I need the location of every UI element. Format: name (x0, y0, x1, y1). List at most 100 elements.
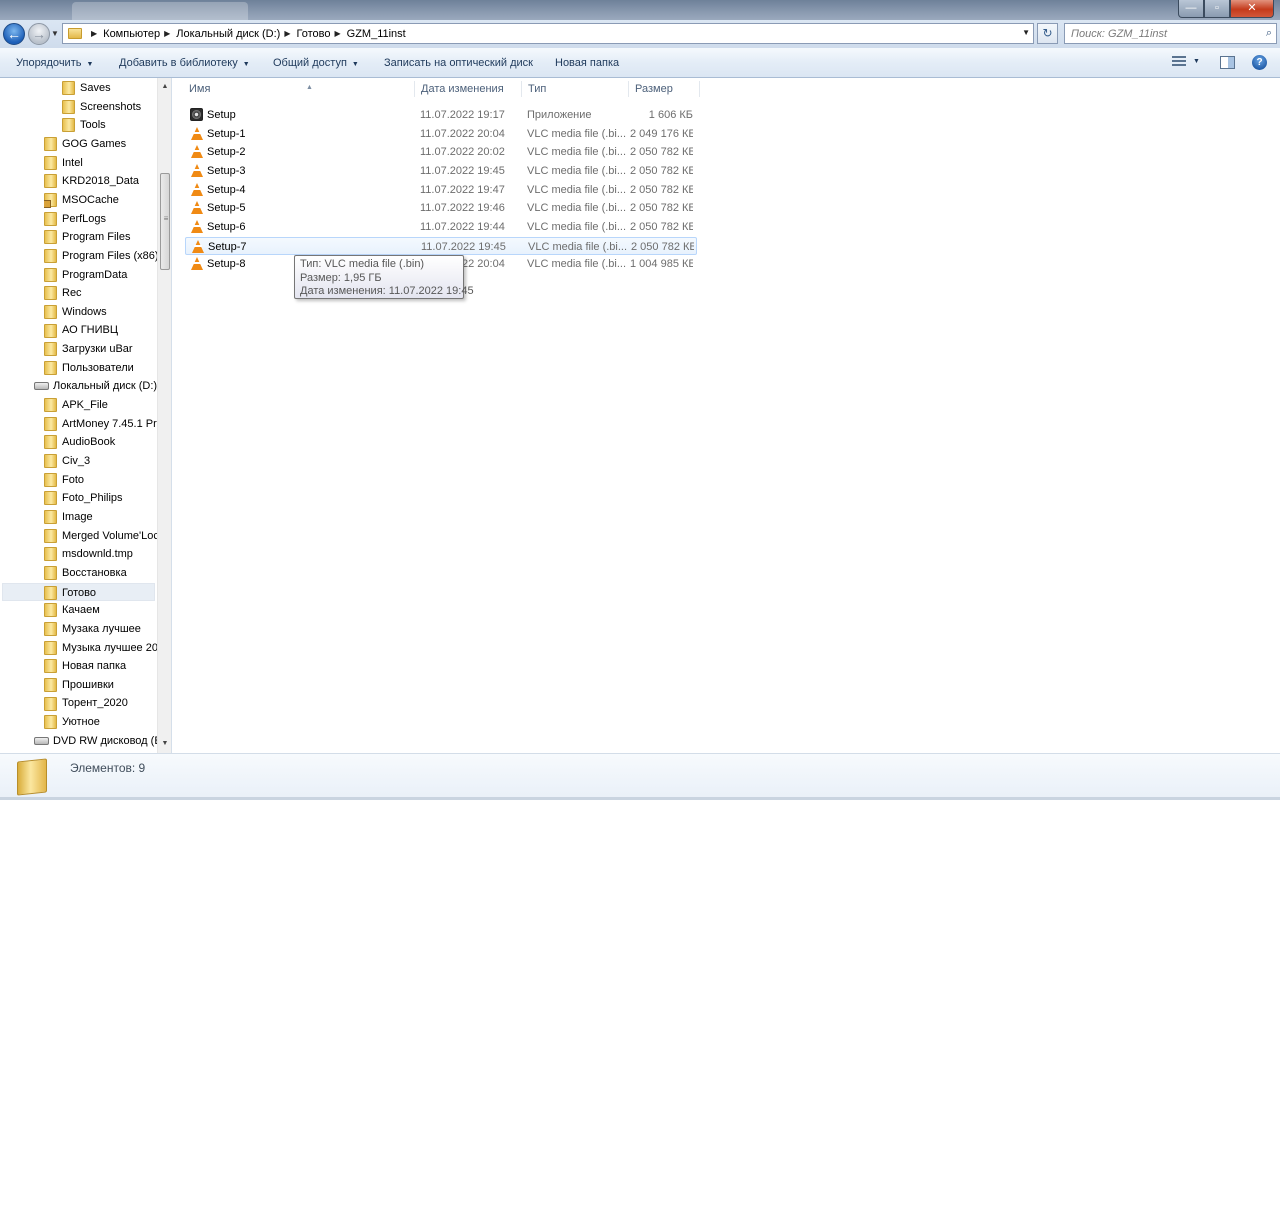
breadcrumb-drive-d[interactable]: Локальный диск (D:) (176, 28, 280, 40)
column-header-name[interactable]: ▲ Имя (183, 78, 415, 100)
nav-item[interactable]: Музака лучшее (44, 620, 157, 638)
nav-item[interactable]: Восстановка (44, 564, 157, 582)
file-list-pane[interactable]: ▲ Имя Дата изменения Тип Размер Setup 11.… (173, 78, 1280, 753)
nav-item-label: Tools (80, 119, 106, 132)
nav-item[interactable]: Готово (2, 582, 155, 601)
chevron-down-icon[interactable]: ▼ (1193, 58, 1200, 65)
search-input[interactable] (1065, 24, 1255, 43)
preview-pane-icon[interactable] (1220, 56, 1235, 69)
scrollbar-thumb[interactable] (160, 173, 171, 270)
nav-item[interactable]: АО ГНИВЦ (44, 321, 157, 339)
nav-item[interactable]: Screenshots (62, 98, 157, 116)
nav-item[interactable]: Windows (44, 303, 157, 321)
file-row[interactable]: Setup-4 11.07.2022 19:47 VLC media file (.… (185, 181, 697, 199)
nav-item-label: Screenshots (80, 100, 142, 113)
breadcrumb-arrow-icon[interactable]: ▶ (284, 29, 290, 38)
file-name: Setup-4 (207, 183, 246, 196)
organize-button[interactable]: Упорядочить ▼ (16, 48, 93, 78)
nav-item[interactable]: Музыка лучшее 20 (44, 639, 157, 657)
new-folder-button[interactable]: Новая папка (555, 48, 619, 78)
nav-item[interactable]: Program Files (44, 228, 157, 246)
nav-item-label: Качаем (62, 604, 100, 617)
back-button[interactable]: ← (3, 23, 25, 45)
folder-icon (44, 248, 57, 263)
file-row[interactable]: Setup-6 11.07.2022 19:44 VLC media file (.… (185, 218, 697, 236)
forward-button[interactable]: → (28, 23, 50, 45)
breadcrumb-computer[interactable]: Компьютер (103, 28, 160, 40)
nav-item[interactable]: GOG Games (44, 135, 157, 153)
search-icon[interactable]: ⌕ (1266, 27, 1272, 40)
nav-item-label: Музака лучшее (62, 622, 141, 635)
file-row[interactable]: Setup-3 11.07.2022 19:45 VLC media file (.… (185, 162, 697, 180)
nav-item[interactable]: Civ_3 (44, 452, 157, 470)
folder-icon (44, 230, 57, 245)
column-header-type[interactable]: Тип (522, 78, 629, 100)
nav-item[interactable]: DVD RW дисковод (E: (34, 732, 157, 750)
search-box[interactable]: ⌕ (1064, 23, 1277, 44)
folder-icon (44, 640, 57, 655)
nav-item[interactable]: Intel (44, 154, 157, 172)
scroll-up-icon[interactable]: ▲ (158, 80, 171, 94)
nav-item[interactable]: Загрузки uBar (44, 340, 157, 358)
column-header-size[interactable]: Размер (629, 78, 700, 100)
column-header-date[interactable]: Дата изменения (415, 78, 522, 100)
nav-item[interactable]: Прошивки (44, 676, 157, 694)
nav-item[interactable]: KRD2018_Data (44, 172, 157, 190)
nav-item[interactable]: Качаем (44, 601, 157, 619)
nav-item[interactable]: Новая папка (44, 657, 157, 675)
nav-item[interactable]: Rec (44, 284, 157, 302)
nav-item[interactable]: Image (44, 508, 157, 526)
navigation-scrollbar[interactable]: ▲ ▼ (157, 78, 171, 753)
file-row[interactable]: Setup 11.07.2022 19:17 Приложение 1 606 КБ (185, 106, 697, 124)
breadcrumb-current-folder[interactable]: GZM_11inst (347, 28, 406, 40)
breadcrumb-arrow-icon[interactable]: ▶ (334, 29, 340, 38)
add-to-library-button[interactable]: Добавить в библиотеку ▼ (119, 48, 250, 78)
file-type: Приложение (527, 109, 592, 121)
file-info-tooltip: Тип: VLC media file (.bin) Размер: 1,95 … (294, 255, 474, 299)
nav-item[interactable]: Program Files (x86) (44, 247, 157, 265)
nav-item[interactable]: PerfLogs (44, 210, 157, 228)
close-button[interactable]: ✕ (1230, 0, 1274, 18)
help-icon[interactable]: ? (1252, 55, 1267, 70)
breadcrumb-arrow-icon[interactable]: ▶ (91, 29, 97, 38)
nav-item[interactable]: Tools (62, 116, 157, 134)
organize-label: Упорядочить (16, 57, 82, 69)
file-row[interactable]: Setup-2 11.07.2022 20:02 VLC media file (.… (185, 143, 697, 161)
burn-button[interactable]: Записать на оптический диск (384, 48, 533, 78)
nav-item[interactable]: Торент_2020 (44, 694, 157, 712)
nav-item[interactable]: ProgramData (44, 266, 157, 284)
nav-item[interactable]: MSOCache (44, 191, 157, 209)
minimize-button[interactable]: — (1178, 0, 1204, 18)
nav-item[interactable]: msdownld.tmp (44, 545, 157, 563)
nav-item[interactable]: ArtMoney 7.45.1 Pro (44, 415, 157, 433)
scroll-down-icon[interactable]: ▼ (158, 737, 171, 751)
file-date: 11.07.2022 19:47 (420, 183, 505, 196)
nav-item[interactable]: Локальный диск (D:) (34, 377, 157, 395)
file-row[interactable]: Setup-7 11.07.2022 19:45 VLC media file (.… (185, 236, 697, 255)
nav-item[interactable]: Пользователи (44, 359, 157, 377)
view-options-icon[interactable] (1172, 56, 1186, 68)
file-row[interactable]: Setup-1 11.07.2022 20:04 VLC media file (.… (185, 125, 697, 143)
nav-item[interactable]: Saves (62, 79, 157, 97)
nav-item-label: ArtMoney 7.45.1 Pro (62, 417, 157, 430)
navigation-pane[interactable]: Saves Screenshots Tools GOG Games Intel KRD20… (0, 78, 172, 753)
address-history-dropdown-icon[interactable]: ▼ (1022, 28, 1030, 37)
nav-item[interactable]: AudioBook (44, 433, 157, 451)
breadcrumb-gotovo[interactable]: Готово (297, 28, 331, 40)
nav-item[interactable]: Foto_Philips (44, 489, 157, 507)
share-button[interactable]: Общий доступ ▼ (273, 48, 359, 78)
address-bar[interactable]: ▶ Компьютер ▶ Локальный диск (D:) ▶ Гото… (62, 23, 1034, 44)
vlc-cone-icon (191, 219, 203, 233)
maximize-button[interactable]: ▫ (1204, 0, 1230, 18)
item-count: Элементов: 9 (70, 761, 146, 775)
breadcrumb-arrow-icon[interactable]: ▶ (164, 29, 170, 38)
nav-item[interactable]: Merged Volume'Loc (44, 527, 157, 545)
recent-pages-dropdown-icon[interactable]: ▼ (51, 29, 59, 38)
file-row[interactable]: Setup-5 11.07.2022 19:46 VLC media file (.… (185, 199, 697, 217)
refresh-button[interactable]: ↻ (1037, 23, 1058, 44)
nav-item-label: Локальный диск (D:) (53, 380, 157, 393)
nav-item[interactable]: Foto (44, 471, 157, 489)
nav-item[interactable]: APK_File (44, 396, 157, 414)
file-type: VLC media file (.bi... (527, 146, 627, 159)
nav-item[interactable]: Уютное (44, 713, 157, 731)
